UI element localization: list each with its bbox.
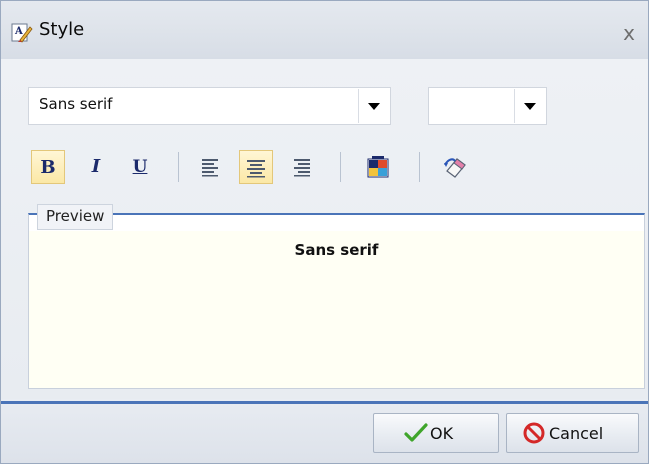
align-left-button[interactable] <box>193 150 227 184</box>
cancel-icon <box>523 422 545 444</box>
preview-legend: Preview <box>37 204 114 230</box>
color-button[interactable] <box>361 150 395 184</box>
ok-label: OK <box>430 424 454 443</box>
title-bar[interactable]: A Style x <box>1 1 648 59</box>
toolbar-separator <box>178 152 179 182</box>
italic-button[interactable]: I <box>79 150 113 184</box>
cancel-button[interactable]: Cancel <box>506 413 639 453</box>
bold-button[interactable]: B <box>31 150 65 184</box>
align-left-icon <box>202 159 218 177</box>
cancel-label: Cancel <box>549 424 604 443</box>
color-picker-icon <box>367 156 389 178</box>
align-right-icon <box>294 159 310 177</box>
checkmark-icon <box>404 423 428 442</box>
toolbar-separator <box>419 152 420 182</box>
bold-glyph: B <box>40 157 56 178</box>
italic-glyph: I <box>91 156 101 177</box>
eraser-icon <box>444 158 466 178</box>
close-button[interactable]: x <box>617 21 641 45</box>
style-brush-icon: A <box>11 23 33 43</box>
align-center-button[interactable] <box>239 150 273 184</box>
underline-glyph: U <box>132 157 148 177</box>
font-size-select[interactable] <box>428 87 547 125</box>
ok-button[interactable]: OK <box>373 413 499 453</box>
align-right-button[interactable] <box>285 150 319 184</box>
font-family-select[interactable]: Sans serif <box>28 87 391 125</box>
clear-style-button[interactable] <box>439 150 473 184</box>
font-size-dropdown-button[interactable] <box>514 89 544 123</box>
font-family-dropdown-button[interactable] <box>358 89 388 123</box>
toolbar-separator <box>340 152 341 182</box>
chevron-down-icon <box>368 103 380 110</box>
underline-button[interactable]: U <box>123 150 157 184</box>
align-center-icon <box>247 160 265 178</box>
preview-sample-text: Sans serif <box>294 241 379 259</box>
font-family-value: Sans serif <box>39 95 113 113</box>
svg-text:A: A <box>14 26 23 37</box>
style-dialog: A Style x Sans serif B I U Preview Sans … <box>0 0 649 464</box>
dialog-title: Style <box>39 19 85 40</box>
chevron-down-icon <box>524 103 536 110</box>
